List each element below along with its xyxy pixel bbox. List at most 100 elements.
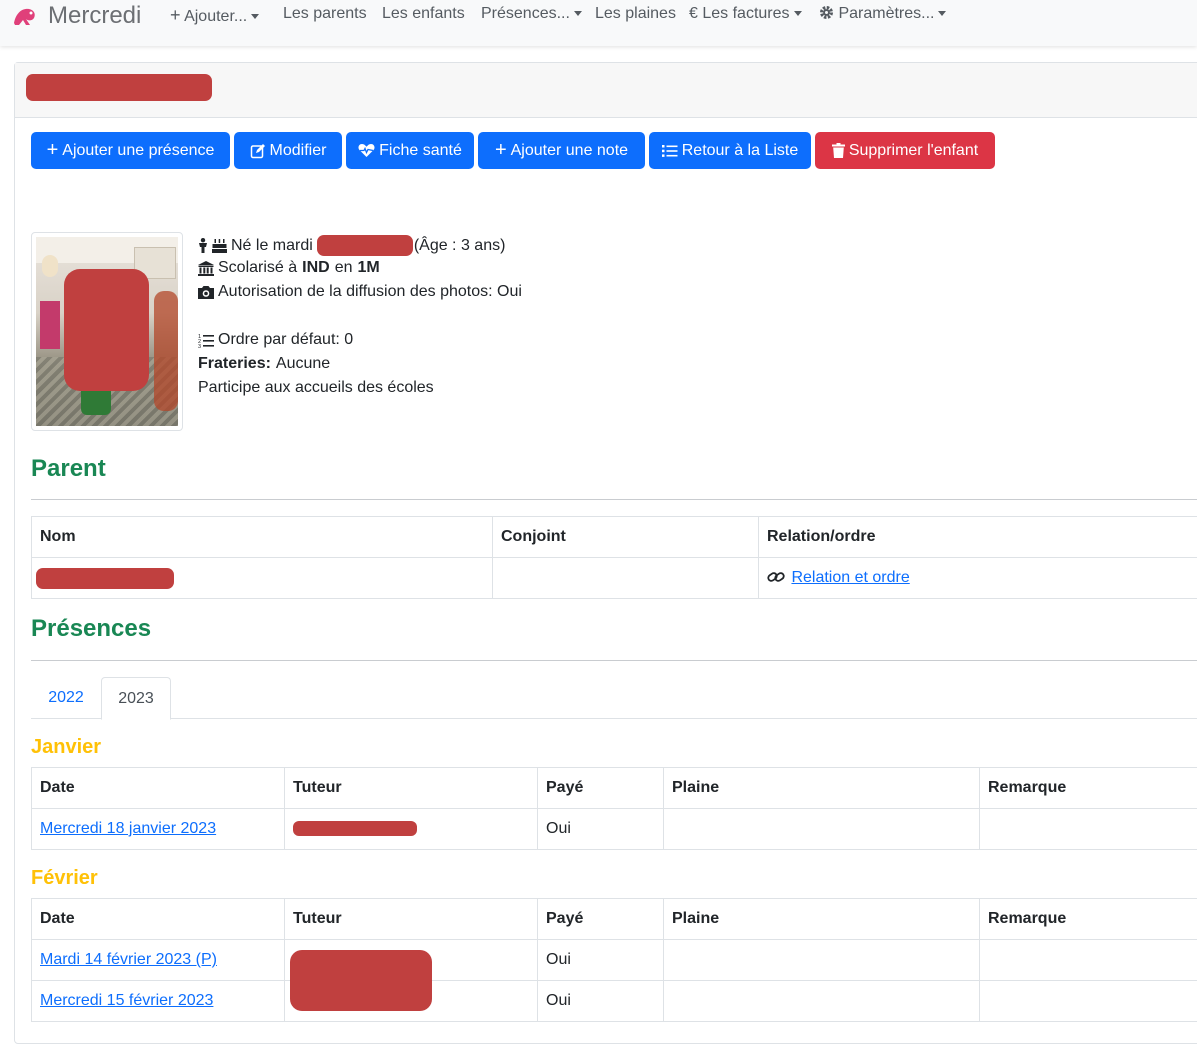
gear-icon	[819, 5, 834, 20]
spouse-cell	[493, 558, 759, 599]
redacted-birthdate	[317, 235, 413, 256]
nav-factures-label: Les factures	[702, 5, 789, 22]
nav-parents[interactable]: Les parents	[283, 5, 367, 23]
col-remark: Remarque	[980, 899, 1197, 940]
euro-icon: €	[689, 5, 698, 22]
parent-table: Nom Conjoint Relation/ordre Relation et …	[31, 516, 1197, 599]
birthday-cake-icon	[212, 238, 227, 253]
chevron-down-icon	[574, 11, 582, 16]
redacted-tutor	[293, 821, 417, 836]
nav-presences-label: Présences...	[481, 5, 570, 22]
nav-ajouter-label: Ajouter...	[184, 8, 247, 25]
presence-date-link[interactable]: Mardi 14 février 2023 (P)	[40, 951, 217, 968]
paid-cell: Oui	[538, 809, 664, 850]
divider	[31, 660, 1197, 661]
born-label: Né le mardi	[231, 237, 313, 255]
delete-child-button[interactable]: Supprimer l'enfant	[815, 132, 995, 169]
add-presence-button[interactable]: + Ajouter une présence	[31, 132, 230, 169]
ordered-list-icon: 1 2 3	[198, 333, 214, 348]
presences-table-fevrier: Date Tuteur Payé Plaine Remarque Mardi 1…	[31, 898, 1197, 1022]
presences-table-janvier: Date Tuteur Payé Plaine Remarque Mercred…	[31, 767, 1197, 850]
back-to-list-button[interactable]: Retour à la Liste	[649, 132, 811, 169]
col-plaine: Plaine	[664, 768, 980, 809]
add-note-label: Ajouter une note	[511, 142, 628, 160]
table-row: Mardi 14 février 2023 (P) Oui	[32, 940, 1197, 981]
parent-name-cell	[32, 558, 493, 599]
accueils-line: Participe aux accueils des écoles	[198, 379, 434, 397]
edit-icon	[250, 143, 266, 159]
relation-link[interactable]: Relation et ordre	[791, 569, 909, 586]
parent-heading: Parent	[31, 455, 106, 483]
age-text: (Âge : 3 ans)	[414, 237, 506, 255]
plaine-cell	[664, 940, 980, 981]
date-cell: Mardi 14 février 2023 (P)	[32, 940, 285, 981]
nav-parametres[interactable]: Paramètres...	[819, 5, 946, 23]
health-label: Fiche santé	[379, 142, 462, 160]
nav-enfants[interactable]: Les enfants	[382, 5, 465, 23]
child-icon	[198, 238, 208, 253]
navbar: Mercredi + Ajouter... Les parents Les en…	[0, 0, 1197, 46]
add-note-button[interactable]: + Ajouter une note	[478, 132, 645, 169]
order-line: 1 2 3 Ordre par défaut: 0	[198, 331, 353, 349]
remark-cell	[980, 809, 1197, 850]
table-header-row: Date Tuteur Payé Plaine Remarque	[32, 899, 1197, 940]
col-plaine: Plaine	[664, 899, 980, 940]
chevron-down-icon	[794, 11, 802, 16]
plaine-cell	[664, 809, 980, 850]
school-name: IND	[302, 259, 330, 277]
month-heading-fevrier: Février	[31, 867, 98, 890]
date-cell: Mercredi 15 février 2023	[32, 981, 285, 1022]
plus-icon: +	[495, 139, 507, 162]
tab-2022[interactable]: 2022	[31, 677, 101, 718]
school-mid: en	[335, 259, 353, 277]
col-paid: Payé	[538, 899, 664, 940]
presences-heading: Présences	[31, 615, 151, 643]
redacted-tutors	[290, 950, 432, 1011]
col-tutor: Tuteur	[285, 899, 538, 940]
redacted-child-name	[26, 74, 212, 101]
brand-title: Mercredi	[48, 2, 141, 30]
link-icon	[767, 570, 785, 584]
tutor-cell	[285, 809, 538, 850]
date-cell: Mercredi 18 janvier 2023	[32, 809, 285, 850]
table-header-row: Date Tuteur Payé Plaine Remarque	[32, 768, 1197, 809]
school-prefix: Scolarisé à	[218, 259, 297, 277]
logo-icon	[12, 5, 38, 27]
heart-pulse-icon	[358, 143, 375, 158]
col-relation: Relation/ordre	[759, 517, 1197, 558]
brand[interactable]: Mercredi	[12, 2, 141, 30]
nav-factures[interactable]: € Les factures	[689, 5, 802, 23]
nav-presences[interactable]: Présences...	[481, 5, 582, 23]
edit-button[interactable]: Modifier	[234, 132, 342, 169]
col-spouse: Conjoint	[493, 517, 759, 558]
presence-date-link[interactable]: Mercredi 18 janvier 2023	[40, 820, 216, 837]
delete-label: Supprimer l'enfant	[849, 142, 978, 160]
add-presence-label: Ajouter une présence	[62, 142, 214, 160]
child-photo[interactable]	[31, 232, 183, 431]
trash-icon	[832, 143, 845, 158]
col-name: Nom	[32, 517, 493, 558]
paid-cell: Oui	[538, 981, 664, 1022]
photo-auth-text: Autorisation de la diffusion des photos:…	[218, 283, 522, 301]
birth-line: Né le mardi (Âge : 3 ans)	[198, 235, 505, 256]
chevron-down-icon	[251, 14, 259, 19]
nav-ajouter[interactable]: + Ajouter...	[170, 5, 259, 26]
chevron-down-icon	[938, 11, 946, 16]
school-line: Scolarisé à IND en 1M	[198, 259, 380, 277]
paid-cell: Oui	[538, 940, 664, 981]
plus-icon: +	[47, 139, 59, 162]
month-heading-janvier: Janvier	[31, 736, 101, 759]
siblings-value: Aucune	[276, 355, 330, 373]
remark-cell	[980, 981, 1197, 1022]
presence-date-link[interactable]: Mercredi 15 février 2023	[40, 992, 213, 1009]
plaine-cell	[664, 981, 980, 1022]
health-sheet-button[interactable]: Fiche santé	[346, 132, 474, 169]
table-header-row: Nom Conjoint Relation/ordre	[32, 517, 1197, 558]
tab-2023[interactable]: 2023	[101, 677, 171, 720]
camera-icon	[198, 285, 214, 299]
nav-plaines[interactable]: Les plaines	[595, 5, 676, 23]
divider	[31, 499, 1197, 500]
siblings-label: Frateries:	[198, 355, 271, 373]
back-label: Retour à la Liste	[682, 142, 799, 160]
table-row: Mercredi 18 janvier 2023 Oui	[32, 809, 1197, 850]
